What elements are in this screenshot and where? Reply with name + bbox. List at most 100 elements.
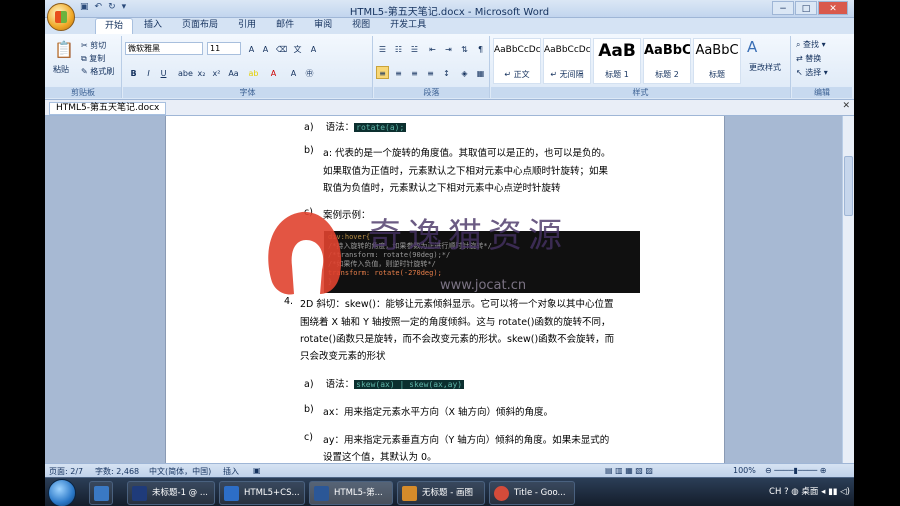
taskbar-item-paint[interactable]: 无标题 - 画图 [397, 481, 485, 505]
bold-icon[interactable]: B [127, 66, 140, 79]
taskbar-item-chrome[interactable]: Title - Goo... [489, 481, 575, 505]
line-spacing-icon[interactable]: ↕ [440, 66, 453, 79]
start-button[interactable] [48, 479, 76, 506]
cut-button[interactable]: ✂ 剪切 [81, 40, 106, 51]
sort-icon[interactable]: ⇅ [458, 42, 471, 55]
macro-icon[interactable]: ▣ [253, 466, 261, 475]
select-button[interactable]: ↖ 选择 ▾ [796, 67, 828, 78]
numbering-icon[interactable]: ☷ [392, 42, 405, 55]
replace-icon: ⇄ [796, 54, 803, 63]
taskbar-item-webstorm[interactable]: HTML5+CS... [219, 481, 305, 505]
show-marks-icon[interactable]: ¶ [474, 42, 487, 55]
char-shading-icon[interactable]: A [287, 66, 300, 79]
tab-view[interactable]: 视图 [343, 18, 379, 34]
format-painter-button[interactable]: ✎ 格式刷 [81, 66, 114, 77]
font-group-label: 字体 [123, 87, 372, 98]
font-size-select[interactable]: 11 [207, 42, 241, 55]
change-styles-icon[interactable]: A [747, 38, 757, 56]
replace-button[interactable]: ⇄ 替换 [796, 53, 821, 64]
minimize-button[interactable]: − [772, 1, 794, 15]
style-title[interactable]: AaBbC 标题 [693, 38, 741, 84]
find-label: 查找 ▾ [803, 40, 826, 49]
find-button[interactable]: ⌕ 查找 ▾ [796, 39, 826, 50]
close-button[interactable]: ✕ [818, 1, 848, 15]
taskbar-item-word[interactable]: HTML5-第... [309, 481, 393, 505]
grow-font-icon[interactable]: A [245, 42, 258, 55]
tab-page-layout[interactable]: 页面布局 [173, 18, 227, 34]
clear-format-icon[interactable]: ⌫ [275, 42, 288, 55]
tab-home[interactable]: 开始 [95, 18, 134, 34]
copy-button[interactable]: ⧉ 复制 [81, 53, 105, 64]
font-name-select[interactable]: 微软雅黑 [125, 42, 203, 55]
format-painter-label: 格式刷 [90, 67, 115, 76]
language-indicator[interactable]: 中文(简体，中国) [149, 466, 211, 477]
char-border-icon[interactable]: A [307, 42, 320, 55]
strikethrough-icon[interactable]: abe [177, 66, 193, 79]
style-name: 标题 [709, 70, 725, 79]
paragraph-group: ☰ ☷ ☱ ⇤ ⇥ ⇅ ¶ ≡ ≡ ≡ ≡ ↕ ◈ ▦ 段落 [374, 36, 490, 98]
align-center-icon[interactable]: ≡ [392, 66, 405, 79]
redo-icon[interactable]: ↻ [108, 2, 116, 16]
change-styles-button[interactable]: 更改样式 [749, 62, 781, 73]
enclose-char-icon[interactable]: ㊥ [303, 66, 316, 79]
style-name: ↵ 正文 [504, 70, 530, 79]
paragraph-line: ax：用来指定元素水平方向（X 轴方向）倾斜的角度。 [323, 407, 553, 418]
superscript-icon[interactable]: x² [210, 66, 223, 79]
justify-icon[interactable]: ≡ [424, 66, 437, 79]
style-no-spacing[interactable]: AaBbCcDc ↵ 无间隔 [543, 38, 591, 84]
close-doc-icon[interactable]: ✕ [842, 101, 850, 111]
change-case-icon[interactable]: Aa [227, 66, 240, 79]
style-heading-2[interactable]: AaBbC 标题 2 [643, 38, 691, 84]
tab-mailings[interactable]: 邮件 [267, 18, 303, 34]
view-buttons[interactable]: ▤ ▥ ▦ ▧ ▨ [605, 466, 653, 475]
insert-mode[interactable]: 插入 [223, 466, 239, 477]
paste-button[interactable]: 粘贴 [53, 64, 69, 75]
word-count[interactable]: 字数: 2,468 [95, 466, 139, 477]
zoom-level[interactable]: 100% [733, 466, 756, 475]
desktop-icon [94, 486, 109, 501]
style-name: ↵ 无间隔 [550, 70, 584, 79]
system-tray[interactable]: CH ? ◍ 桌面 ◂ ▮▮ ◁) [769, 481, 850, 505]
increase-indent-icon[interactable]: ⇥ [442, 42, 455, 55]
undo-icon[interactable]: ↶ [95, 2, 103, 16]
phonetic-icon[interactable]: 文 [291, 42, 304, 55]
vertical-scrollbar[interactable] [842, 116, 854, 463]
shading-icon[interactable]: ◈ [458, 66, 471, 79]
multilevel-list-icon[interactable]: ☱ [408, 42, 421, 55]
scroll-thumb[interactable] [844, 156, 853, 216]
highlight-icon[interactable]: ab [247, 66, 260, 79]
taskbar-item-photoshop[interactable]: 未标题-1 @ ... [127, 481, 215, 505]
paste-icon[interactable]: 📋 [54, 40, 74, 59]
tab-references[interactable]: 引用 [229, 18, 265, 34]
style-heading-1[interactable]: AaB 标题 1 [593, 38, 641, 84]
borders-icon[interactable]: ▦ [474, 66, 487, 79]
underline-icon[interactable]: U [157, 66, 170, 79]
document-tab[interactable]: HTML5-第五天笔记.docx [49, 102, 167, 115]
word-icon [314, 486, 329, 501]
customize-icon[interactable]: ▾ [122, 2, 127, 16]
taskbar-label: Title - Goo... [514, 488, 566, 498]
copy-label: 复制 [89, 54, 106, 63]
tab-insert[interactable]: 插入 [135, 18, 171, 34]
bullets-icon[interactable]: ☰ [376, 42, 389, 55]
office-button[interactable] [47, 3, 75, 31]
paint-icon [402, 486, 417, 501]
maximize-button[interactable]: □ [795, 1, 817, 15]
show-desktop-icon[interactable] [89, 481, 113, 505]
decrease-indent-icon[interactable]: ⇤ [426, 42, 439, 55]
save-icon[interactable]: ▣ [80, 2, 89, 16]
page-count[interactable]: 页面: 2/7 [49, 466, 83, 477]
zoom-slider[interactable]: ⊖ ────▮──── ⊕ [765, 466, 826, 475]
subscript-icon[interactable]: x₂ [195, 66, 208, 79]
style-normal[interactable]: AaBbCcDc ↵ 正文 [493, 38, 541, 84]
align-right-icon[interactable]: ≡ [408, 66, 421, 79]
document-tab-bar: HTML5-第五天笔记.docx ✕ [45, 100, 854, 116]
quick-access-toolbar: ▣ ↶ ↻ ▾ [80, 2, 126, 16]
tab-review[interactable]: 审阅 [305, 18, 341, 34]
webstorm-icon [224, 486, 239, 501]
font-color-icon[interactable]: A [267, 66, 280, 79]
italic-icon[interactable]: I [142, 66, 155, 79]
align-left-icon[interactable]: ≡ [376, 66, 389, 79]
shrink-font-icon[interactable]: A [259, 42, 272, 55]
tab-developer[interactable]: 开发工具 [381, 18, 435, 34]
